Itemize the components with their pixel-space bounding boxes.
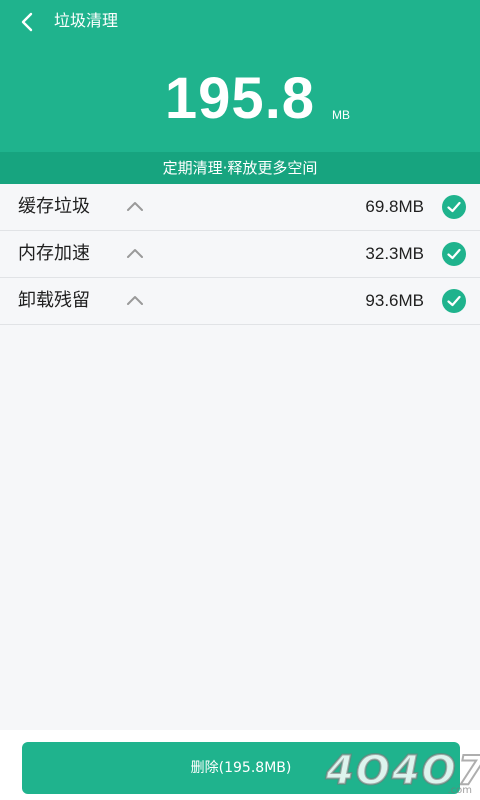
- header: 垃圾清理 195.8 MB: [0, 0, 480, 152]
- list-item-size: 69.8MB: [365, 197, 424, 216]
- list-item-uninstall[interactable]: 卸载残留 93.6MB: [0, 278, 480, 325]
- list-item-label: 缓存垃圾: [18, 196, 90, 217]
- chevron-up-icon[interactable]: [126, 199, 144, 213]
- page-title: 垃圾清理: [54, 11, 119, 30]
- chevron-up-icon[interactable]: [126, 293, 144, 307]
- list-item-cache[interactable]: 缓存垃圾 69.8MB: [0, 184, 480, 231]
- list-item-label: 卸载残留: [18, 290, 90, 311]
- tip-banner: 定期清理·释放更多空间: [0, 152, 480, 184]
- checkmark-icon[interactable]: [442, 195, 466, 219]
- junk-list: 缓存垃圾 69.8MB 内存加速 32.3MB 卸载残留 93.6MB: [0, 184, 480, 730]
- total-size-unit: MB: [332, 108, 350, 122]
- checkmark-icon[interactable]: [442, 242, 466, 266]
- list-item-size: 93.6MB: [365, 291, 424, 310]
- back-arrow-icon: [21, 12, 33, 32]
- total-size-value: 195.8: [164, 66, 316, 131]
- bottom-bar: 删除(195.8MB): [0, 730, 480, 800]
- delete-button[interactable]: 删除(195.8MB): [22, 742, 460, 794]
- list-item-label: 内存加速: [18, 243, 90, 264]
- back-button[interactable]: [10, 6, 46, 38]
- list-item-size: 32.3MB: [365, 244, 424, 263]
- checkmark-icon[interactable]: [442, 289, 466, 313]
- list-item-memory[interactable]: 内存加速 32.3MB: [0, 231, 480, 278]
- chevron-up-icon[interactable]: [126, 246, 144, 260]
